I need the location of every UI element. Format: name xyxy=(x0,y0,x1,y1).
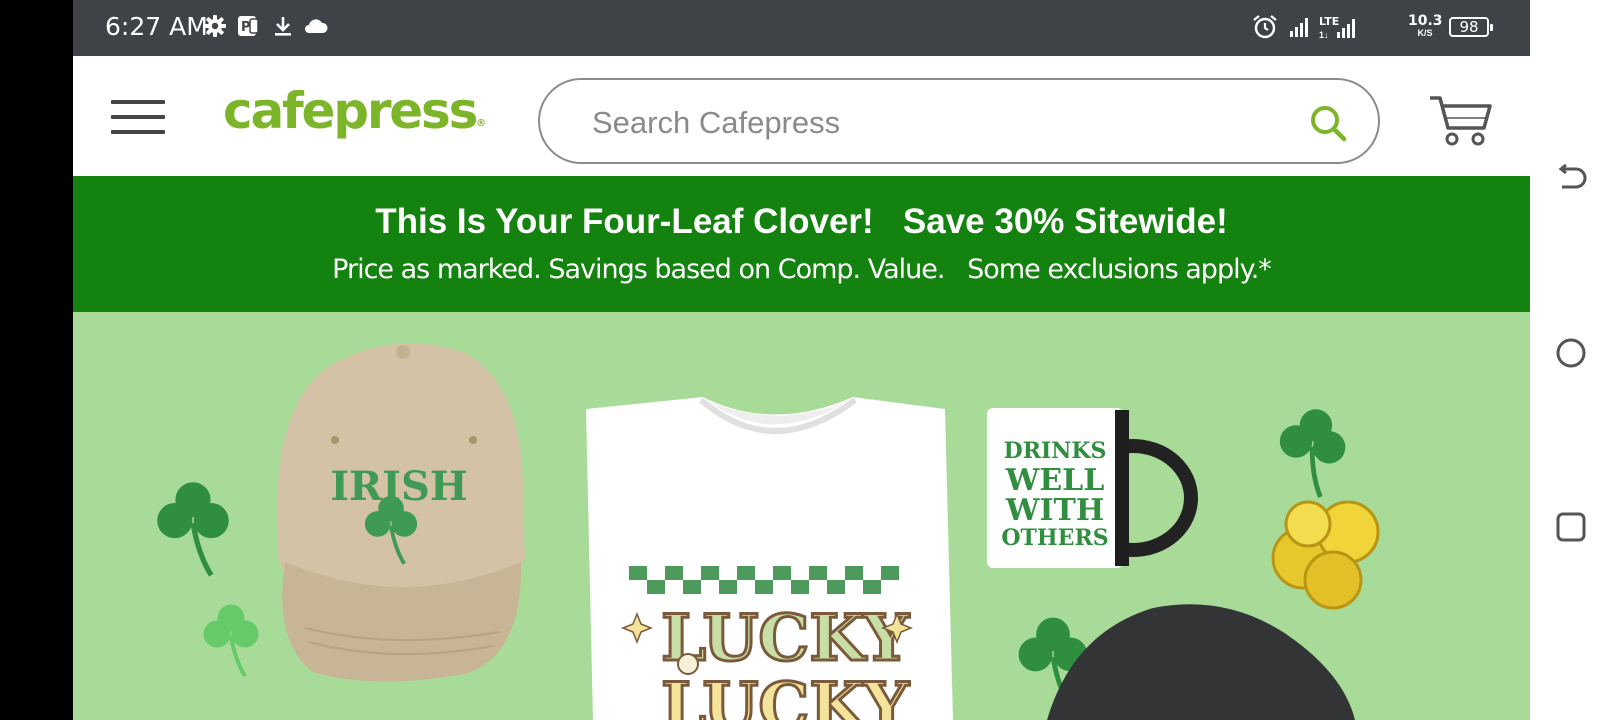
hero-banner[interactable]: IRISH LUCKY LUCKY DRINKS WELL WITH OTHER… xyxy=(73,312,1530,720)
signal-icon xyxy=(1288,15,1312,44)
svg-text:P: P xyxy=(241,20,251,35)
app-screen: 6:27 AM P LTE 1↓ 10.3 K/S 98 cafepress® … xyxy=(73,0,1530,720)
status-bar: 6:27 AM P LTE 1↓ 10.3 K/S 98 xyxy=(73,0,1530,56)
mug-line-1: DRINKS xyxy=(1004,438,1107,464)
download-icon xyxy=(271,14,295,43)
search-icon[interactable] xyxy=(1308,103,1348,148)
recents-icon[interactable] xyxy=(1554,510,1588,549)
cafepress-logo[interactable]: cafepress® xyxy=(223,82,486,140)
drinks-well-mug: DRINKS WELL WITH OTHERS xyxy=(987,408,1198,568)
logo-registered-mark: ® xyxy=(476,118,487,129)
back-icon[interactable] xyxy=(1554,162,1588,201)
status-time: 6:27 AM xyxy=(105,12,208,41)
mug-line-3: WITH xyxy=(1005,493,1104,528)
irish-cap: IRISH xyxy=(276,343,525,682)
battery-icon: 98 xyxy=(1449,17,1493,37)
network-speed: 10.3 K/S xyxy=(1408,13,1443,38)
promo-headline: This Is Your Four-Leaf Clover! Save 30% … xyxy=(375,202,1228,241)
gold-coins xyxy=(1271,500,1380,610)
parking-app-icon: P xyxy=(236,14,260,43)
settings-icon xyxy=(203,14,227,43)
cart-icon[interactable] xyxy=(1428,94,1492,153)
system-nav-bar xyxy=(1530,0,1612,720)
lucky-tshirt: LUCKY LUCKY xyxy=(586,397,953,720)
cloud-icon xyxy=(303,14,329,43)
search-input[interactable] xyxy=(590,100,1254,146)
svg-text:LTE: LTE xyxy=(1319,15,1339,28)
svg-text:1↓: 1↓ xyxy=(1319,30,1329,40)
mug-line-4: OTHERS xyxy=(1001,525,1108,551)
home-icon[interactable] xyxy=(1554,336,1588,375)
promo-subtext: Price as marked. Savings based on Comp. … xyxy=(332,254,1272,285)
net-speed-value: 10.3 xyxy=(1408,13,1443,29)
site-header: cafepress® xyxy=(73,56,1530,176)
promo-banner[interactable]: This Is Your Four-Leaf Clover! Save 30% … xyxy=(73,176,1530,312)
hamburger-menu-icon[interactable] xyxy=(111,100,165,134)
alarm-icon xyxy=(1251,13,1279,46)
clover-decoration-light xyxy=(202,603,260,678)
lte-signal-icon: LTE 1↓ xyxy=(1319,13,1359,46)
dark-beanie xyxy=(1047,604,1355,720)
logo-text: cafepress xyxy=(223,82,478,140)
shirt-text-2: LUCKY xyxy=(661,669,910,720)
hero-illustration: IRISH LUCKY LUCKY DRINKS WELL WITH OTHER… xyxy=(73,343,1380,720)
net-speed-unit: K/S xyxy=(1417,28,1433,38)
search-bar xyxy=(538,78,1380,164)
battery-level: 98 xyxy=(1459,18,1479,36)
